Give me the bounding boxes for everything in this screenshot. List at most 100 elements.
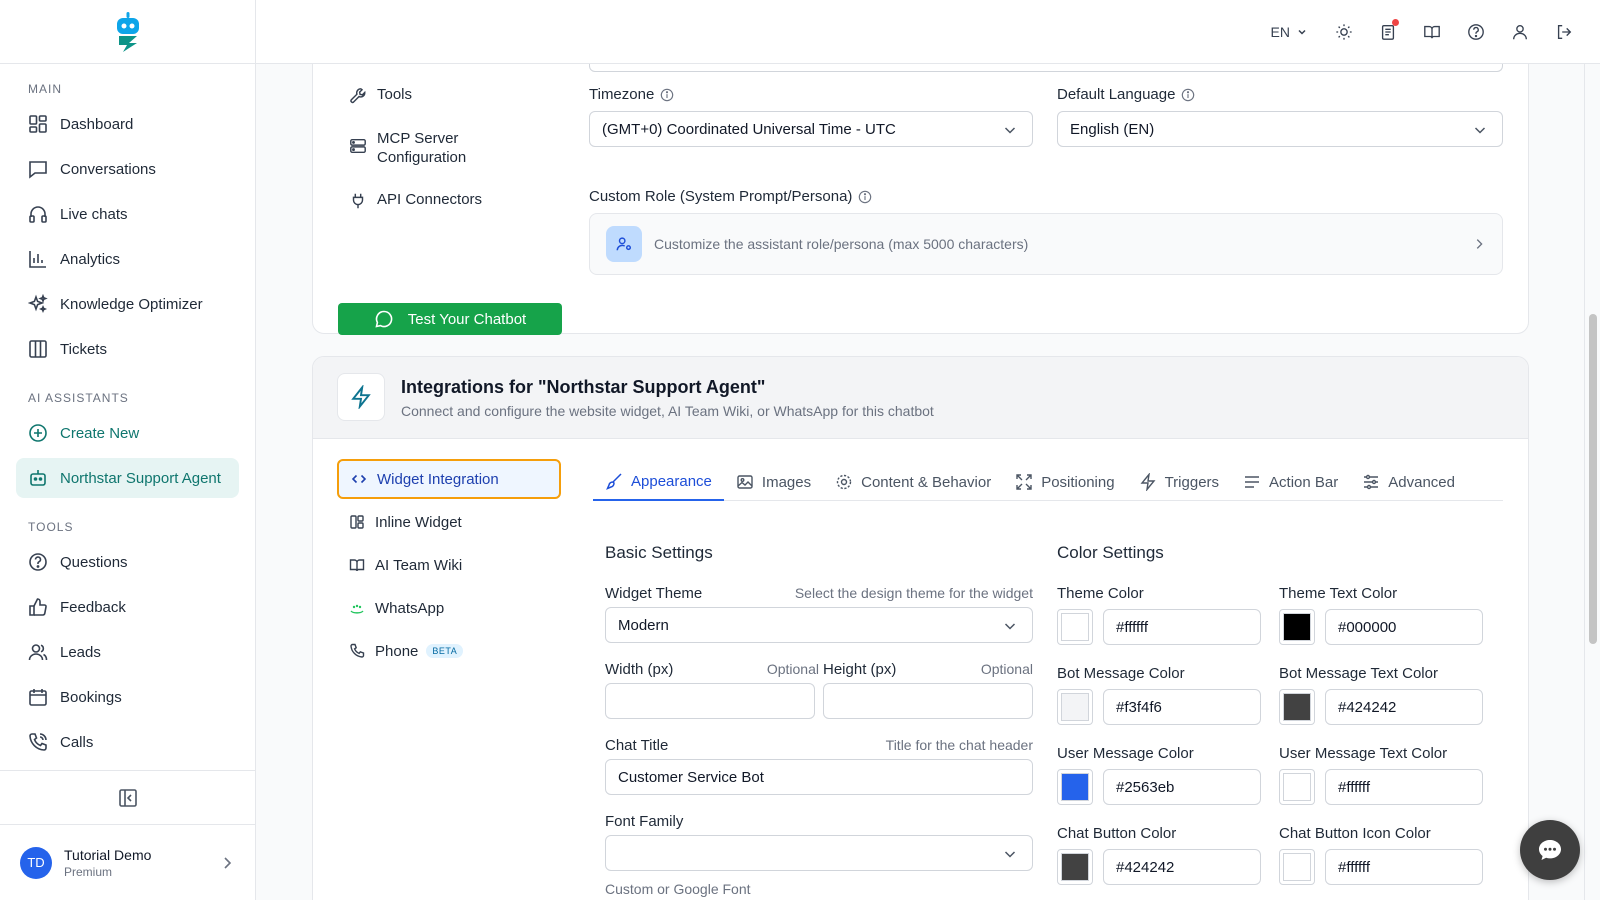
log-out-icon[interactable] (1552, 20, 1576, 44)
chat-button-color-label: Chat Button Color (1057, 825, 1177, 842)
bot-message-color-value: #f3f4f6 (1116, 698, 1162, 716)
create-new-assistant-button[interactable]: Create New (16, 413, 239, 453)
height-input[interactable] (823, 683, 1033, 719)
chevron-right-icon (219, 855, 235, 871)
tab-triggers[interactable]: Triggers (1127, 463, 1231, 501)
sidebar-item-calls[interactable]: Calls (16, 722, 239, 762)
chat-button-icon-color-swatch[interactable] (1279, 849, 1315, 885)
user-message-color-label: User Message Color (1057, 745, 1194, 762)
thumbs-up-icon (28, 597, 48, 617)
widget-theme-label: Widget Theme (605, 585, 703, 602)
sidebar-item-questions[interactable]: Questions (16, 542, 239, 582)
integration-whatsapp[interactable]: WhatsApp (337, 588, 561, 628)
theme-text-color-input[interactable]: #000000 (1325, 609, 1483, 645)
sidebar-item-northstar-support-agent[interactable]: Northstar Support Agent (16, 458, 239, 498)
topbar-actions: EN (1271, 19, 1576, 44)
user-message-color-input[interactable]: #2563eb (1103, 769, 1261, 805)
theme-color-swatch[interactable] (1057, 609, 1093, 645)
theme-text-color-swatch[interactable] (1279, 609, 1315, 645)
custom-role-label-text: Custom Role (System Prompt/Persona) (589, 188, 853, 205)
font-family-select[interactable] (605, 835, 1033, 871)
chevron-down-icon (1002, 618, 1018, 634)
chat-button-color-swatch[interactable] (1057, 849, 1093, 885)
sidebar-item-live-chats[interactable]: Live chats (16, 194, 239, 234)
robot-logo-icon[interactable] (113, 11, 143, 52)
tab-action-bar[interactable]: Action Bar (1231, 463, 1350, 501)
wrench-icon (349, 87, 367, 105)
sidebar-item-bookings[interactable]: Bookings (16, 677, 239, 717)
info-icon[interactable] (858, 190, 872, 204)
clipboard-notifications-icon[interactable] (1376, 19, 1400, 44)
sidebar-item-dashboard[interactable]: Dashboard (16, 104, 239, 144)
bot-message-text-color-swatch[interactable] (1279, 689, 1315, 725)
integration-phone[interactable]: Phone BETA (337, 631, 561, 671)
width-input[interactable] (605, 683, 815, 719)
swatch-fill (1283, 613, 1311, 641)
tab-advanced[interactable]: Advanced (1350, 463, 1467, 501)
menu-item-api-connectors[interactable]: API Connectors (349, 191, 482, 210)
sidebar-item-leads[interactable]: Leads (16, 632, 239, 672)
user-message-color-swatch[interactable] (1057, 769, 1093, 805)
bot-message-text-color-input[interactable]: #424242 (1325, 689, 1483, 725)
tab-images[interactable]: Images (724, 463, 823, 501)
sidebar-item-label: Dashboard (60, 115, 134, 133)
default-language-select[interactable]: English (EN) (1057, 111, 1503, 147)
user-message-text-color-input[interactable]: #ffffff (1325, 769, 1483, 805)
sidebar-item-tickets[interactable]: Tickets (16, 329, 239, 369)
tab-appearance[interactable]: Appearance (593, 463, 724, 501)
sun-icon[interactable] (1332, 20, 1356, 44)
integration-inline-widget[interactable]: Inline Widget (337, 502, 561, 542)
chat-button-icon-color-input[interactable]: #ffffff (1325, 849, 1483, 885)
language-selector[interactable]: EN (1271, 24, 1308, 40)
swatch-fill (1061, 853, 1089, 881)
sidebar-item-analytics[interactable]: Analytics (16, 239, 239, 279)
timezone-select[interactable]: (GMT+0) Coordinated Universal Time - UTC (589, 111, 1033, 147)
integration-widget[interactable]: Widget Integration (337, 459, 561, 499)
user-icon[interactable] (1508, 20, 1532, 44)
maximize-icon (1015, 473, 1033, 491)
sidebar-item-label: Knowledge Optimizer (60, 295, 203, 313)
custom-role-editor[interactable]: Customize the assistant role/persona (ma… (589, 213, 1503, 275)
chat-button-color-input[interactable]: #424242 (1103, 849, 1261, 885)
theme-color-input[interactable]: #ffffff (1103, 609, 1261, 645)
sidebar-item-knowledge-optimizer[interactable]: Knowledge Optimizer (16, 284, 239, 324)
bot-message-color-swatch[interactable] (1057, 689, 1093, 725)
page-scrollbar[interactable] (1584, 64, 1600, 900)
sidebar-item-label: Calls (60, 733, 94, 751)
tab-label: Content & Behavior (861, 473, 992, 491)
scrollbar-thumb[interactable] (1589, 314, 1597, 644)
help-circle-icon[interactable] (1464, 20, 1488, 44)
theme-text-color-label: Theme Text Color (1279, 585, 1398, 602)
menu-item-tools[interactable]: Tools (349, 86, 412, 105)
topbar: EN (256, 0, 1600, 64)
info-icon[interactable] (1181, 88, 1195, 102)
bot-message-color-input[interactable]: #f3f4f6 (1103, 689, 1261, 725)
columns-icon (28, 339, 48, 359)
default-language-value: English (EN) (1070, 120, 1155, 138)
bot-message-text-color-value: #424242 (1338, 698, 1397, 716)
user-info: Tutorial Demo Premium (64, 847, 219, 879)
user-plan: Premium (64, 864, 113, 879)
test-chatbot-button[interactable]: Test Your Chatbot (338, 303, 562, 335)
sidebar-item-conversations[interactable]: Conversations (16, 149, 239, 189)
info-icon[interactable] (660, 88, 674, 102)
book-open-icon[interactable] (1420, 20, 1444, 44)
user-message-color-value: #2563eb (1116, 778, 1175, 796)
phone-call-icon (28, 732, 48, 752)
tab-label: Appearance (631, 472, 712, 490)
integration-label: WhatsApp (375, 599, 445, 617)
user-message-text-color-swatch[interactable] (1279, 769, 1315, 805)
previous-field[interactable] (589, 64, 1503, 72)
tab-content-behavior[interactable]: Content & Behavior (823, 463, 1003, 501)
message-circle-icon (374, 309, 394, 329)
chat-title-input[interactable]: Customer Service Bot (605, 759, 1033, 795)
widget-theme-select[interactable]: Modern (605, 607, 1033, 643)
user-profile[interactable]: TD Tutorial Demo Premium (0, 824, 255, 900)
integration-ai-team-wiki[interactable]: AI Team Wiki (337, 545, 561, 585)
menu-item-mcp-server[interactable]: MCP Server Configuration (349, 129, 499, 167)
zap-icon (337, 373, 385, 421)
sidebar-item-feedback[interactable]: Feedback (16, 587, 239, 627)
chat-widget-button[interactable] (1520, 820, 1580, 880)
tab-positioning[interactable]: Positioning (1003, 463, 1126, 501)
collapse-sidebar-button[interactable] (0, 770, 255, 824)
